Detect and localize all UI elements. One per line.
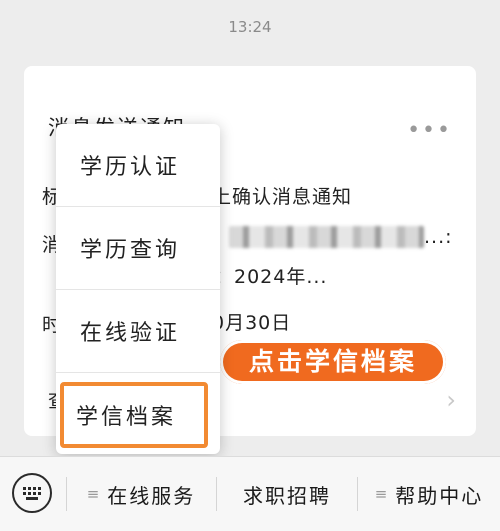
row-time-text: 0月30日 [212,312,292,334]
callout-badge: 点击学信档案 [220,340,446,384]
tab-label: 求职招聘 [243,483,331,508]
status-time: 13:24 [228,18,272,36]
row-title-text: 上确认消息通知 [212,186,353,208]
menu-divider [56,372,220,373]
menu-lines-icon: ≡ [374,485,388,503]
row-content-tail: ...: [424,226,453,248]
redacted-text [229,226,424,248]
popup-menu: 学历认证 学历查询 在线验证 学信档案 [56,124,220,454]
bottom-menu-bar: ≡ 在线服务 求职招聘 ≡ 帮助中心 [0,456,500,531]
tab-job-recruitment[interactable]: 求职招聘 [217,457,357,531]
tab-help-center[interactable]: ≡ 帮助中心 [358,457,500,531]
menu-item-chsi-archive[interactable]: 学信档案 [60,382,208,448]
chevron-right-icon: › [446,386,456,414]
tab-label: 帮助中心 [395,483,484,508]
keyboard-icon[interactable] [12,473,52,513]
tab-label: 在线服务 [107,483,196,508]
tab-online-service[interactable]: ≡ 在线服务 [67,457,215,531]
menu-item-degree-certification[interactable]: 学历认证 [56,124,220,206]
row-date-text: ：2024年... [214,266,328,288]
menu-item-online-verification[interactable]: 在线验证 [56,290,220,372]
menu-lines-icon: ≡ [86,485,100,503]
more-options-icon[interactable]: ••• [407,118,452,143]
menu-item-degree-query[interactable]: 学历查询 [56,207,220,289]
